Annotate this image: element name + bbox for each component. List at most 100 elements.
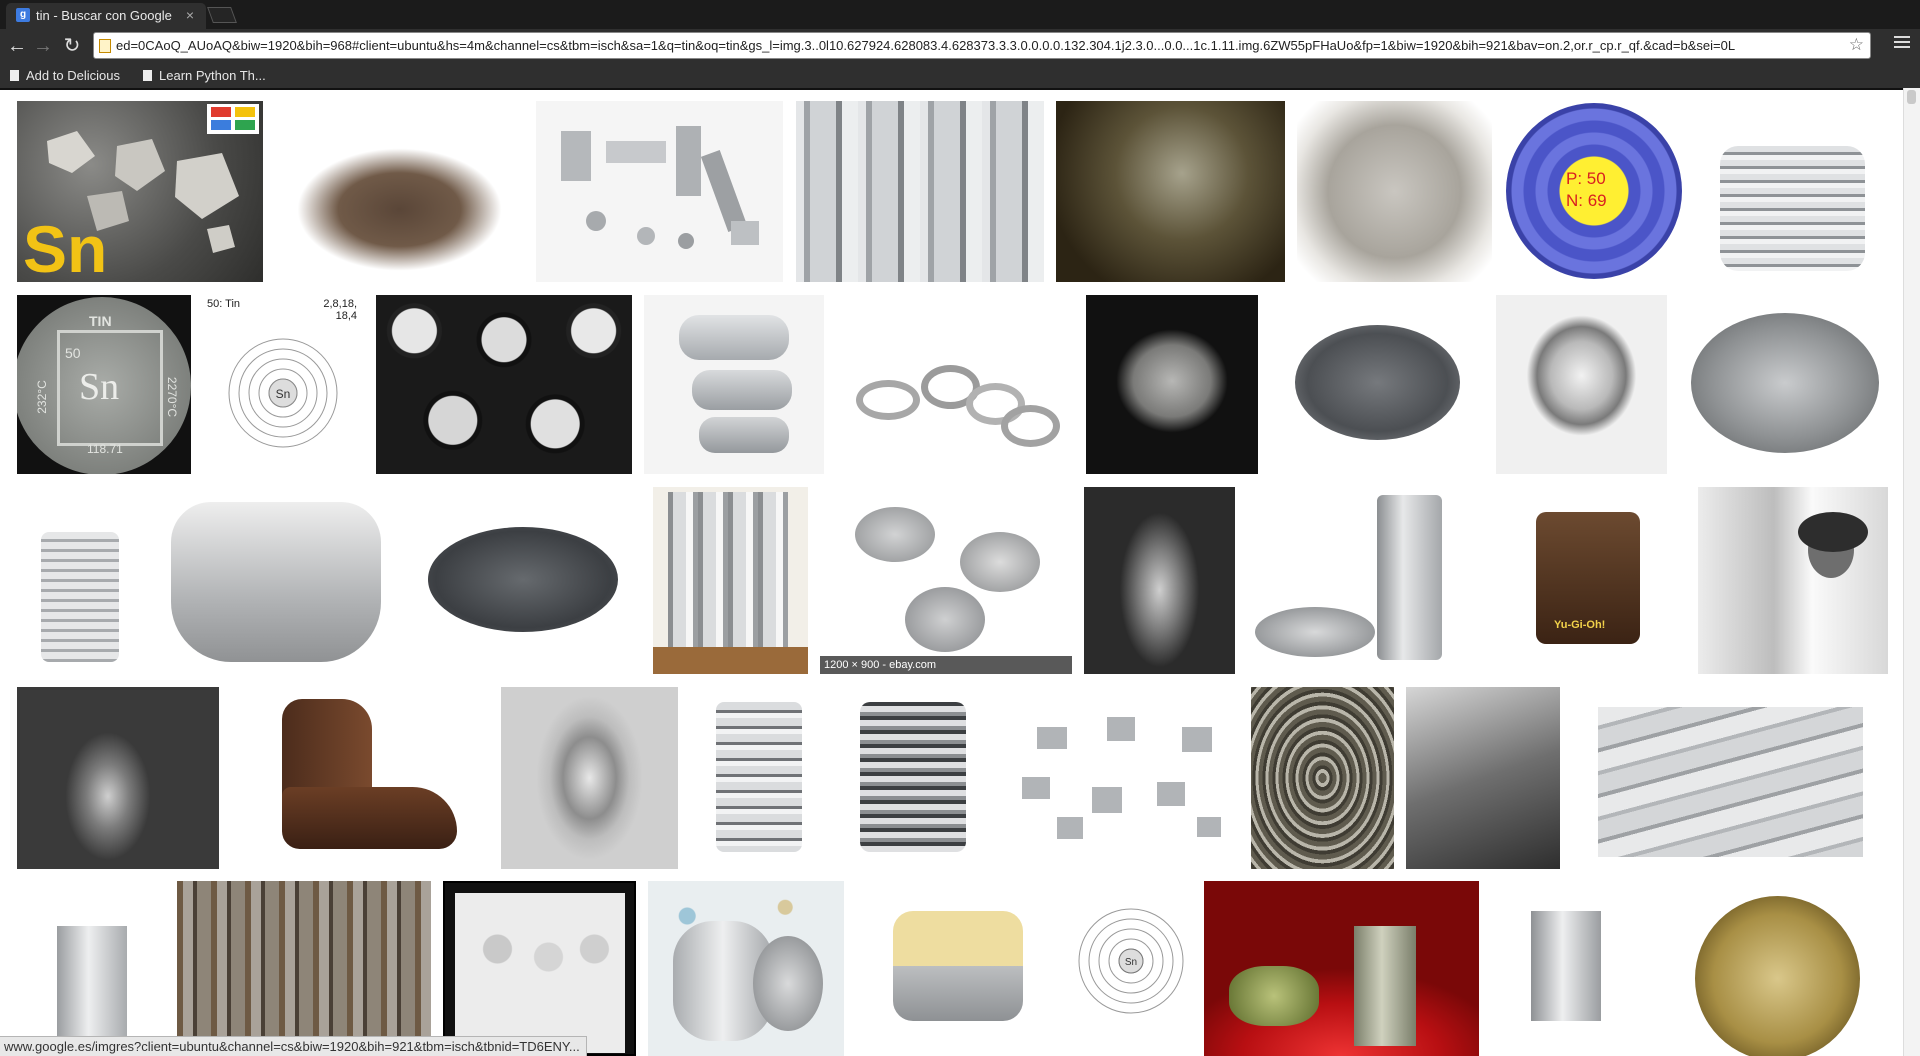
image-result[interactable] xyxy=(1491,881,1655,1056)
google-favicon-icon: g xyxy=(16,8,30,22)
vertical-scrollbar[interactable] xyxy=(1903,88,1920,1056)
tin-containers-image xyxy=(855,507,935,562)
image-result[interactable] xyxy=(276,101,523,282)
image-result[interactable] xyxy=(536,101,783,282)
image-result[interactable] xyxy=(408,487,641,674)
electron-shell-diagram: Sn xyxy=(228,338,338,448)
menu-icon[interactable] xyxy=(1894,36,1910,51)
document-icon xyxy=(143,70,152,81)
metal-parts-image xyxy=(561,126,759,249)
image-result[interactable] xyxy=(691,687,827,869)
tab-active[interactable]: g tin - Buscar con Google × xyxy=(6,3,206,29)
image-result[interactable] xyxy=(17,881,165,1056)
image-result[interactable] xyxy=(1297,101,1492,282)
image-result[interactable]: Sn xyxy=(1071,881,1192,1056)
bookmark-star-icon[interactable]: ☆ xyxy=(1849,35,1864,55)
image-result[interactable] xyxy=(159,487,396,674)
capacitor-image xyxy=(679,315,789,360)
back-arrow-icon[interactable]: ← xyxy=(6,35,28,57)
image-result[interactable] xyxy=(644,295,824,474)
image-result[interactable] xyxy=(1679,295,1888,474)
forward-arrow-icon[interactable]: → xyxy=(32,35,54,57)
can-lid-image xyxy=(1695,896,1860,1056)
proton-count: P: 50 xyxy=(1566,169,1606,188)
document-icon xyxy=(10,70,19,81)
image-result[interactable] xyxy=(1270,295,1484,474)
image-result[interactable] xyxy=(840,687,985,869)
tin-jar-image xyxy=(893,911,1023,1021)
image-result[interactable] xyxy=(796,101,1044,282)
image-result[interactable] xyxy=(1251,687,1394,869)
bookmark-add-to-delicious[interactable]: Add to Delicious xyxy=(10,68,120,83)
scrollbar-thumb[interactable] xyxy=(1907,90,1916,104)
band-photo-image xyxy=(455,893,625,1053)
image-result[interactable] xyxy=(443,881,636,1056)
tin-containers-image xyxy=(905,587,985,652)
bookmark-label: Add to Delicious xyxy=(26,68,120,83)
image-result[interactable] xyxy=(376,295,632,474)
image-result[interactable] xyxy=(1084,487,1235,674)
tin-can-image xyxy=(41,532,119,662)
image-result[interactable] xyxy=(1204,881,1479,1056)
tab-title: tin - Buscar con Google xyxy=(36,8,172,23)
address-url[interactable]: ed=0CAoQ_AUoAQ&biw=1920&bih=968#client=u… xyxy=(116,38,1840,53)
canister-lid-image xyxy=(1255,607,1375,657)
image-result[interactable] xyxy=(501,687,678,869)
image-result[interactable] xyxy=(858,881,1058,1056)
image-result[interactable]: Sn xyxy=(17,101,263,282)
image-result[interactable] xyxy=(232,687,489,869)
image-result[interactable] xyxy=(1496,295,1667,474)
new-tab-button[interactable] xyxy=(207,7,237,23)
image-result[interactable] xyxy=(177,881,431,1056)
svg-text:Sn: Sn xyxy=(276,387,291,401)
tin-containers-image xyxy=(960,532,1040,592)
image-result[interactable] xyxy=(653,487,808,674)
image-result[interactable]: 50: Tin 2,8,18, 18,4 Sn xyxy=(203,295,363,474)
coin-right-label: 2270°C xyxy=(165,376,180,418)
image-result[interactable] xyxy=(1086,295,1258,474)
image-results-grid: Sn P: 50 N: 69 TIN 50 Sn 232°C 2270°C 11… xyxy=(0,88,1920,1056)
bookmark-learn-python[interactable]: Learn Python Th... xyxy=(143,68,266,83)
tin-can-image xyxy=(716,702,802,852)
address-bar[interactable]: ed=0CAoQ_AUoAQ&biw=1920&bih=968#client=u… xyxy=(93,32,1871,59)
image-result[interactable] xyxy=(1247,487,1475,674)
tin-lid-image xyxy=(753,936,823,1031)
image-result[interactable] xyxy=(648,881,844,1056)
tin-ingots-image xyxy=(1598,707,1863,857)
ring-image xyxy=(856,380,920,420)
metal-clips-image xyxy=(1022,717,1221,839)
yugioh-logo-text: Yu-Gi-Oh! xyxy=(1554,619,1606,631)
previous-row-strip xyxy=(0,88,1903,90)
image-result[interactable] xyxy=(1056,101,1285,282)
image-result[interactable] xyxy=(17,687,219,869)
coin-symbol: Sn xyxy=(79,366,120,408)
reload-icon[interactable]: ↻ xyxy=(61,35,83,57)
portrait-hair xyxy=(1798,512,1868,552)
close-tab-icon[interactable]: × xyxy=(186,7,194,23)
tin-can-image xyxy=(1531,911,1601,1021)
coin-left-label: 232°C xyxy=(34,380,49,414)
coin-bottom-label: 118.71 xyxy=(87,442,123,456)
image-result[interactable] xyxy=(1667,881,1888,1056)
image-result[interactable]: P: 50 N: 69 xyxy=(1504,101,1688,282)
tin-can-image xyxy=(860,702,966,852)
image-result[interactable] xyxy=(1406,687,1560,869)
image-result[interactable] xyxy=(1698,487,1888,674)
image-result[interactable] xyxy=(997,687,1238,869)
image-result[interactable] xyxy=(17,487,147,674)
bookmarks-bar: Add to Delicious Learn Python Th... xyxy=(0,65,1920,88)
round-tin-image xyxy=(1691,313,1879,453)
image-result[interactable]: TIN 50 Sn 232°C 2270°C 118.71 xyxy=(17,295,191,474)
tin-can-image xyxy=(668,492,788,657)
image-result[interactable] xyxy=(836,295,1074,474)
springform-pan-image xyxy=(428,527,618,632)
image-result[interactable] xyxy=(1700,101,1888,282)
image-result[interactable]: 1200 × 900 - ebay.com xyxy=(820,487,1072,674)
open-tin-can-image xyxy=(1720,146,1865,271)
image-result[interactable] xyxy=(1573,687,1888,869)
image-result[interactable]: Yu-Gi-Oh! xyxy=(1496,487,1686,674)
coin-top-label: TIN xyxy=(89,313,112,329)
bookmark-label: Learn Python Th... xyxy=(159,68,266,83)
boot-foot-image xyxy=(282,787,457,849)
wooden-table xyxy=(653,647,808,674)
